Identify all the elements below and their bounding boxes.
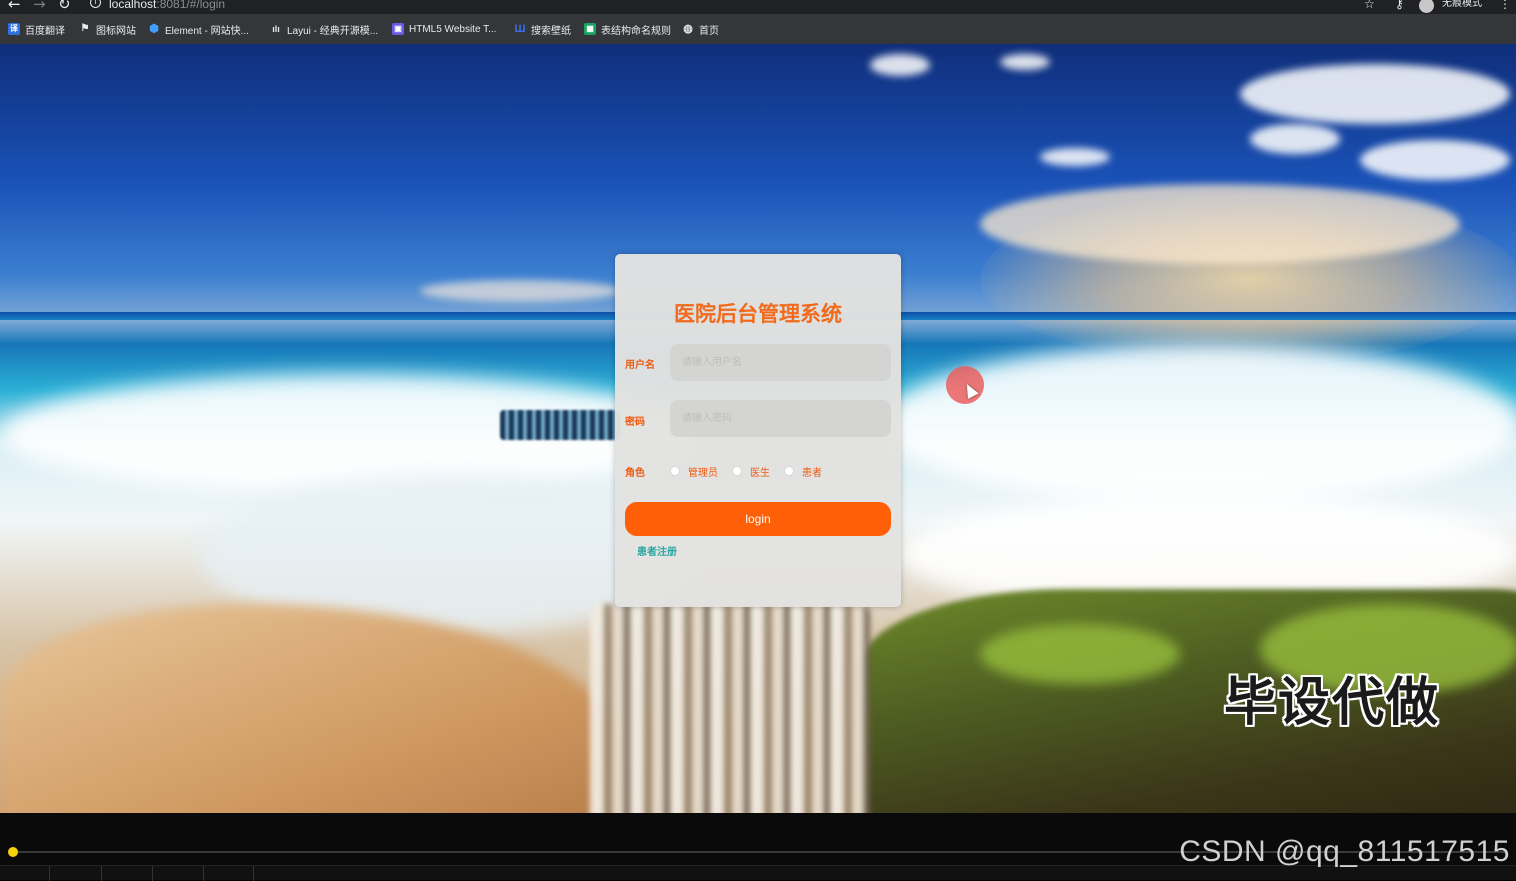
sand: [0, 604, 620, 813]
wallpaper-icon: Ш: [514, 23, 526, 35]
bookmark-label: 搜索壁纸: [531, 25, 571, 37]
bookmark-item[interactable]: ◍ 首页: [682, 22, 719, 37]
control-slot[interactable]: [204, 866, 254, 881]
waterfall: [590, 604, 870, 813]
role-radio-patient[interactable]: [784, 466, 794, 476]
cloud: [1250, 124, 1340, 154]
globe-icon: ◍: [683, 23, 693, 35]
role-radio-admin[interactable]: [670, 466, 680, 476]
csdn-watermark: CSDN @qq_811517515: [1179, 835, 1510, 868]
translate-icon: 译: [8, 23, 20, 35]
cloud: [980, 184, 1460, 264]
flag-icon: ⚑: [80, 23, 90, 34]
info-icon[interactable]: i: [90, 0, 101, 8]
key-icon[interactable]: ⚷: [1395, 0, 1404, 11]
username-label: 用户名: [625, 360, 655, 371]
html5-template-icon: ▣: [392, 23, 404, 35]
bookmark-item[interactable]: ⚑ 图标网站: [79, 22, 136, 37]
bookmark-label: HTML5 Website T...: [409, 23, 497, 35]
role-radio-group: 管理员 医生 患者: [670, 464, 836, 479]
forward-arrow-icon[interactable]: →: [33, 0, 46, 12]
moss: [980, 624, 1180, 684]
cloud: [1040, 148, 1110, 166]
role-option-label[interactable]: 医生: [750, 464, 770, 479]
role-option-label[interactable]: 管理员: [688, 464, 718, 479]
cloud: [870, 54, 930, 76]
control-slot[interactable]: [50, 866, 102, 881]
star-icon[interactable]: ☆: [1364, 0, 1375, 11]
incognito-label[interactable]: 无痕模式: [1442, 0, 1482, 11]
page-title: 医院后台管理系统: [674, 302, 842, 326]
bookmark-label: 图标网站: [96, 25, 136, 37]
rock-ledge: [500, 410, 620, 440]
bookmark-item[interactable]: ılı Layui - 经典开源模...: [270, 22, 379, 37]
password-input[interactable]: [670, 400, 891, 437]
reload-icon[interactable]: ↻: [58, 0, 71, 12]
url-path: :8081/#/login: [156, 0, 226, 11]
bookmark-item[interactable]: Ш 搜索壁纸: [514, 22, 571, 37]
bookmark-item[interactable]: ▣ HTML5 Website T...: [392, 22, 496, 36]
login-card: 医院后台管理系统 用户名 密码 角色 管理员 医生 患者 login 患者注册: [615, 254, 901, 607]
element-logo-icon: ⬢: [149, 23, 159, 35]
login-button[interactable]: login: [625, 502, 891, 536]
bookmark-item[interactable]: ⬢ Element - 网站快...: [148, 22, 249, 37]
incognito-icon[interactable]: [1419, 0, 1434, 13]
cloud: [1000, 54, 1050, 70]
cloud: [1360, 140, 1510, 180]
video-player-bar: CSDN @qq_811517515: [0, 813, 1516, 881]
role-option-label[interactable]: 患者: [802, 464, 822, 479]
url-host: localhost: [109, 0, 157, 11]
surf-wave: [880, 344, 1516, 504]
browser-toolbar: ← → ↻ i localhost:8081/#/login ☆ ⚷ 无痕模式 …: [0, 0, 1516, 14]
bookmark-label: 表结构命名规则: [601, 25, 671, 37]
control-slot[interactable]: [102, 866, 153, 881]
bookmark-label: 百度翻译: [25, 25, 65, 37]
bookmark-label: Layui - 经典开源模...: [287, 25, 379, 37]
bookmark-item[interactable]: ▦ 表结构命名规则: [584, 22, 671, 37]
bookmark-item[interactable]: 译 百度翻译: [8, 22, 65, 37]
back-arrow-icon[interactable]: ←: [8, 0, 21, 12]
username-input[interactable]: [670, 344, 891, 381]
role-label: 角色: [625, 468, 645, 479]
cloud: [420, 280, 620, 302]
watermark-text: 毕设代做: [1224, 673, 1441, 733]
bookmark-label: Element - 网站快...: [165, 25, 249, 37]
cloud: [1240, 64, 1510, 124]
address-bar[interactable]: localhost:8081/#/login: [109, 0, 225, 11]
table-icon: ▦: [584, 23, 596, 35]
patient-register-link[interactable]: 患者注册: [637, 543, 677, 558]
control-slot[interactable]: [153, 866, 204, 881]
menu-dots-icon[interactable]: ⋮: [1499, 0, 1511, 11]
control-slot[interactable]: [0, 866, 50, 881]
layui-logo-icon: ılı: [272, 24, 280, 34]
bookmarks-bar: 译 百度翻译 ⚑ 图标网站 ⬢ Element - 网站快... ılı Lay…: [0, 14, 1516, 44]
bookmark-label: 首页: [699, 25, 719, 37]
password-label: 密码: [625, 417, 645, 428]
role-radio-doctor[interactable]: [732, 466, 742, 476]
progress-handle[interactable]: [8, 847, 18, 857]
